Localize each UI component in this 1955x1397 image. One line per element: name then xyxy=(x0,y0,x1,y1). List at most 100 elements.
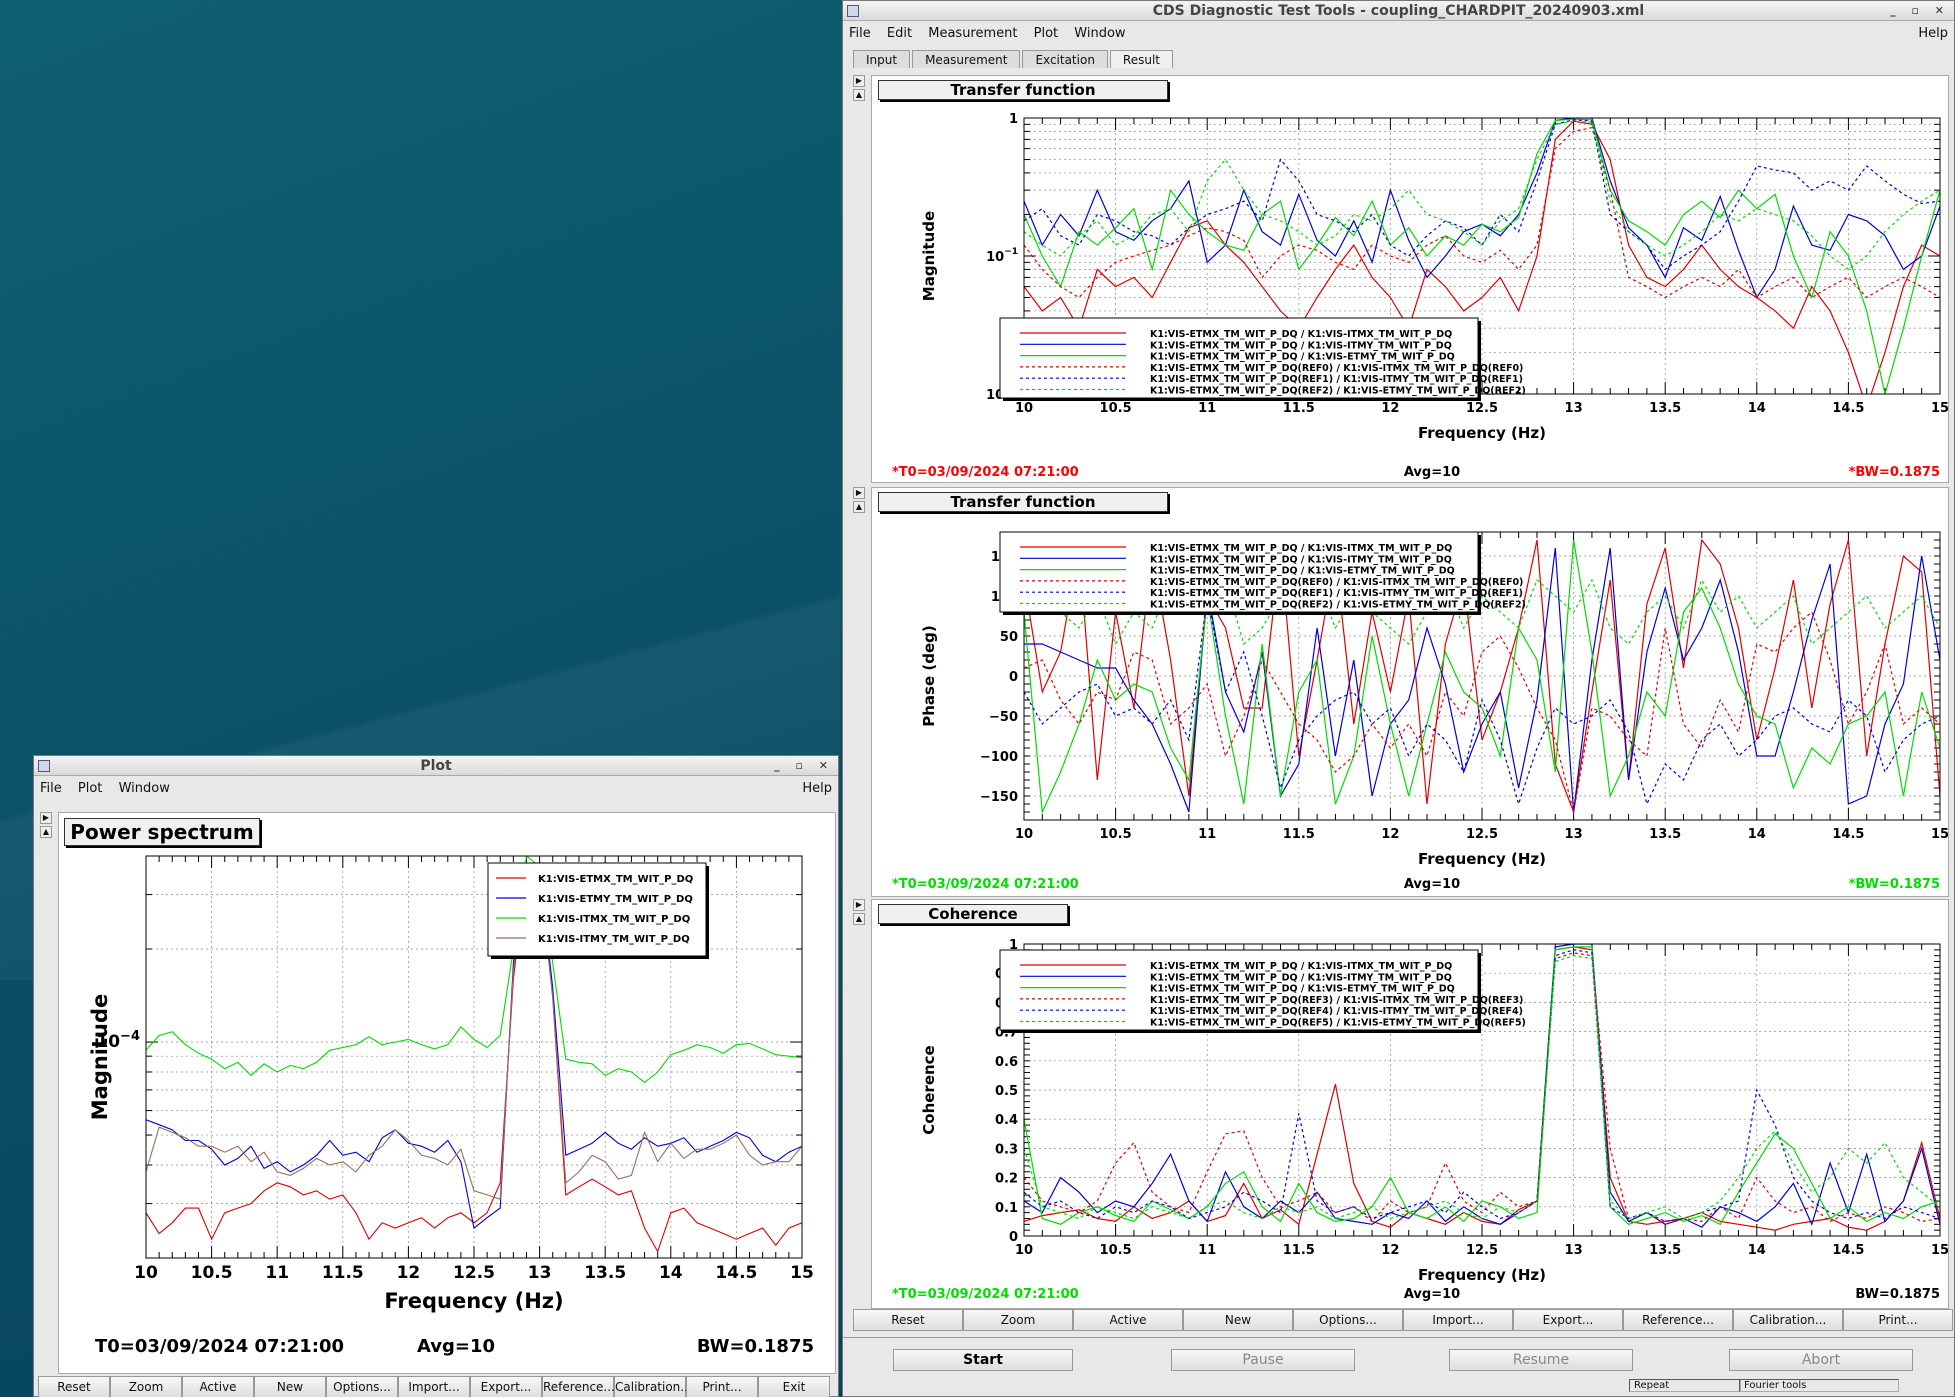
x-tick-label: 14.5 xyxy=(1832,1243,1864,1258)
status-fourier: Fourier tools xyxy=(1739,1379,1899,1392)
legend-entry: K1:VIS-ETMX_TM_WIT_P_DQ / K1:VIS-ETMY_TM… xyxy=(1150,566,1455,577)
window-controls-icon[interactable]: _ ▫ ✕ xyxy=(1890,1,1950,21)
collapse-arrow-icon[interactable]: ▲ xyxy=(853,501,865,513)
plot-titlebar[interactable]: Plot _ ▫ ✕ xyxy=(34,756,838,776)
legend-entry: K1:VIS-ETMX_TM_WIT_P_DQ(REF4) / K1:VIS-I… xyxy=(1150,1006,1523,1017)
x-axis-label: Frequency (Hz) xyxy=(1418,1266,1546,1284)
menu-measurement[interactable]: Measurement xyxy=(928,26,1017,41)
menu-window[interactable]: Window xyxy=(119,781,170,796)
reference-button[interactable]: Reference... xyxy=(542,1376,615,1397)
x-axis-label: Frequency (Hz) xyxy=(384,1289,563,1313)
active-button[interactable]: Active xyxy=(1073,1309,1183,1331)
tab-input[interactable]: Input xyxy=(853,50,911,68)
menu-window[interactable]: Window xyxy=(1074,26,1125,41)
y-tick-label: 50 xyxy=(1000,630,1018,645)
x-tick-label: 13.5 xyxy=(1649,1243,1681,1258)
window-controls-icon[interactable]: _ ▫ ✕ xyxy=(774,756,834,776)
expand-arrow-icon[interactable]: ▶ xyxy=(853,75,865,87)
import-button[interactable]: Import... xyxy=(1403,1309,1513,1331)
collapse-arrow-icon[interactable]: ▲ xyxy=(40,826,52,838)
import-button[interactable]: Import... xyxy=(398,1376,470,1397)
x-tick-label: 12 xyxy=(1381,401,1399,416)
menu-file[interactable]: File xyxy=(40,781,62,796)
y-tick-label: −100 xyxy=(980,750,1018,765)
menu-file[interactable]: File xyxy=(849,26,871,41)
x-tick-label: 12.5 xyxy=(453,1263,495,1283)
options-button[interactable]: Options... xyxy=(326,1376,398,1397)
legend-entry: K1:VIS-ETMX_TM_WIT_P_DQ / K1:VIS-ETMY_TM… xyxy=(1150,352,1455,363)
tab-measurement[interactable]: Measurement xyxy=(912,50,1021,68)
legend-entry: K1:VIS-ETMX_TM_WIT_P_DQ / K1:VIS-ITMX_TM… xyxy=(1150,961,1452,972)
x-tick-label: 11 xyxy=(265,1263,289,1283)
x-tick-label: 11.5 xyxy=(322,1263,364,1283)
phase-plot[interactable]: 1010.51111.51212.51313.51414.51515010050… xyxy=(872,488,1948,896)
y-tick-label: 0.3 xyxy=(995,1142,1018,1157)
x-tick-label: 10.5 xyxy=(1100,1243,1132,1258)
new-button[interactable]: New xyxy=(254,1376,326,1397)
x-axis-label: Frequency (Hz) xyxy=(1418,850,1546,868)
pause-button[interactable]: Pause xyxy=(1171,1349,1355,1371)
export-button[interactable]: Export... xyxy=(470,1376,542,1397)
y-tick-label: 10−1 xyxy=(986,247,1018,265)
start-button[interactable]: Start xyxy=(893,1349,1073,1371)
coherence-plot[interactable]: 1010.51111.51212.51313.51414.51510.90.80… xyxy=(872,900,1948,1308)
menu-edit[interactable]: Edit xyxy=(887,26,912,41)
active-button[interactable]: Active xyxy=(182,1376,254,1397)
y-tick-label: 0 xyxy=(1009,1230,1018,1245)
status-avg: Avg=10 xyxy=(1404,877,1460,892)
status-repeat: Repeat xyxy=(1629,1379,1741,1392)
x-tick-label: 12.5 xyxy=(1466,401,1498,416)
expand-arrow-icon[interactable]: ▶ xyxy=(853,487,865,499)
x-tick-label: 10 xyxy=(1015,1243,1033,1258)
y-tick-label: 0.2 xyxy=(995,1172,1018,1187)
zoom-button[interactable]: Zoom xyxy=(963,1309,1073,1331)
plot-button-row: Reset Zoom Active New Options... Import... Exp… xyxy=(38,1376,830,1397)
collapse-arrow-icon[interactable]: ▲ xyxy=(853,913,865,925)
y-tick-label: 0.4 xyxy=(995,1113,1018,1128)
y-axis-label: Magnitude xyxy=(920,211,938,301)
status-t0: *T0=03/09/2024 07:21:00 xyxy=(892,465,1079,480)
zoom-button[interactable]: Zoom xyxy=(110,1376,182,1397)
options-button[interactable]: Options... xyxy=(1293,1309,1403,1331)
print-button[interactable]: Print... xyxy=(1843,1309,1953,1331)
collapse-arrow-icon[interactable]: ▲ xyxy=(853,89,865,101)
pad-magnitude: Transfer function 10 10.5 11 11.5 12 12.5 13 13… xyxy=(871,75,1949,483)
y-axis-label: Phase (deg) xyxy=(920,625,938,726)
magnitude-plot[interactable]: 1010.51111.51212.51313.51414.515110−110−… xyxy=(872,76,1948,482)
x-tick-label: 14.5 xyxy=(1832,827,1864,842)
menu-help[interactable]: Help xyxy=(802,778,832,800)
print-button[interactable]: Print... xyxy=(686,1376,758,1397)
expand-arrow-icon[interactable]: ▶ xyxy=(40,812,52,824)
x-tick-label: 11 xyxy=(1198,1243,1216,1258)
abort-button[interactable]: Abort xyxy=(1729,1349,1913,1371)
main-titlebar[interactable]: CDS Diagnostic Test Tools - coupling_CHA… xyxy=(843,1,1954,21)
tab-excitation[interactable]: Excitation xyxy=(1022,50,1108,68)
status-t0: *T0=03/09/2024 07:21:00 xyxy=(892,877,1079,892)
pad1-arrows: ▶ ▲ xyxy=(853,75,867,103)
exit-button[interactable]: Exit xyxy=(758,1376,830,1397)
export-button[interactable]: Export... xyxy=(1513,1309,1623,1331)
reference-button[interactable]: Reference... xyxy=(1623,1309,1733,1331)
menu-plot[interactable]: Plot xyxy=(1034,26,1059,41)
power-spectrum-plot[interactable]: 10 10.5 11 11.5 12 12.5 13 13.5 14 14.5 1510−4Freq… xyxy=(59,813,835,1373)
menu-help[interactable]: Help xyxy=(1918,23,1948,45)
x-tick-label: 14.5 xyxy=(715,1263,757,1283)
window-icon xyxy=(38,760,50,772)
x-tick-label: 10.5 xyxy=(1100,827,1132,842)
expand-arrow-icon[interactable]: ▶ xyxy=(853,899,865,911)
tab-result[interactable]: Result xyxy=(1109,50,1173,68)
reset-button[interactable]: Reset xyxy=(853,1309,963,1331)
plot-window: Plot _ ▫ ✕ File Plot Window Help ▶ ▲ Powe… xyxy=(33,755,839,1397)
x-tick-label: 11 xyxy=(1198,401,1216,416)
x-tick-label: 15 xyxy=(1931,1243,1948,1258)
calibration-button[interactable]: Calibration... xyxy=(1733,1309,1843,1331)
reset-button[interactable]: Reset xyxy=(38,1376,110,1397)
new-button[interactable]: New xyxy=(1183,1309,1293,1331)
menu-plot[interactable]: Plot xyxy=(78,781,103,796)
calibration-button[interactable]: Calibration... xyxy=(614,1376,692,1397)
pad-coherence: Coherence 10 10.5 11 11.5 12 12.5 13 13.5 14 14.5… xyxy=(871,899,1949,1309)
legend-entry: K1:VIS-ETMY_TM_WIT_P_DQ xyxy=(538,894,693,905)
resume-button[interactable]: Resume xyxy=(1449,1349,1633,1371)
x-tick-label: 15 xyxy=(1931,401,1948,416)
x-tick-label: 10 xyxy=(134,1263,158,1283)
